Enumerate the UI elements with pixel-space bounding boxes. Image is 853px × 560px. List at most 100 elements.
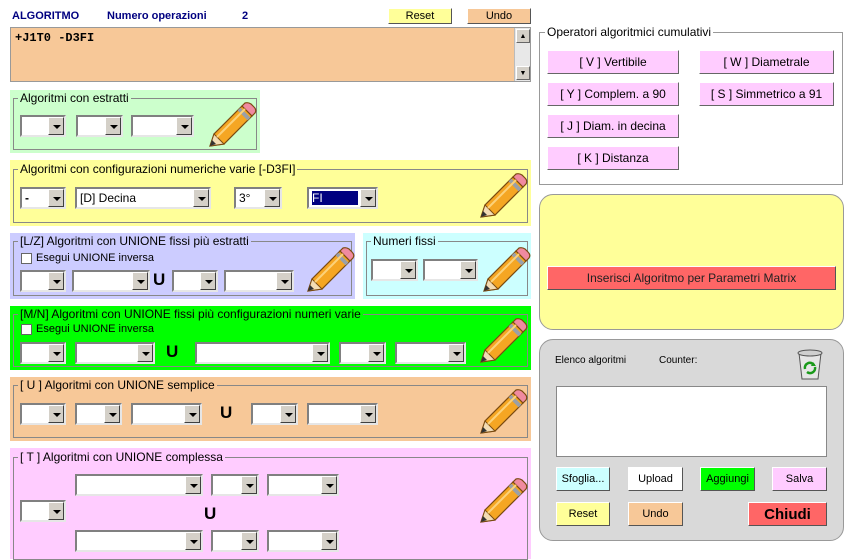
chevron-down-icon [264, 189, 280, 207]
mn-select-5[interactable] [395, 342, 466, 364]
mn-select-1[interactable] [20, 342, 66, 364]
scroll-up-icon[interactable]: ▲ [516, 29, 530, 43]
numeri-fissi-select-1[interactable] [371, 259, 418, 281]
chevron-down-icon [132, 272, 148, 290]
pencil-icon[interactable] [473, 318, 529, 368]
u-semplice-panel: [ U ] Algoritmi con UNIONE semplice U [10, 377, 531, 441]
list-reset-button[interactable]: Reset [556, 502, 610, 526]
u-semplice-select-1[interactable] [20, 403, 66, 425]
scroll-down-icon[interactable]: ▼ [516, 66, 530, 80]
numeri-fissi-legend: Numeri fissi [371, 234, 438, 248]
chevron-down-icon [448, 344, 464, 362]
operator-distanza-button[interactable]: [ K ] Distanza [547, 146, 679, 170]
config-type-select[interactable]: [D] Decina [75, 187, 211, 209]
header-title: ALGORITMO [12, 10, 80, 22]
config-panel: Algoritmi con configurazioni numeriche v… [10, 160, 531, 226]
upload-button[interactable]: Upload [628, 467, 683, 491]
estratti-select-1[interactable] [20, 115, 66, 137]
u-semplice-union-symbol: U [220, 403, 233, 422]
pencil-icon[interactable] [476, 247, 532, 297]
matrix-panel [539, 194, 844, 330]
mn-union-symbol: U [166, 342, 179, 361]
list-undo-button[interactable]: Undo [628, 502, 683, 526]
t-complessa-select-3[interactable] [267, 474, 339, 496]
operator-diam-decina-button[interactable]: [ J ] Diam. in decina [547, 114, 679, 138]
config-legend: Algoritmi con configurazioni numeriche v… [18, 162, 298, 176]
numeri-fissi-panel: Numeri fissi [363, 233, 532, 299]
config-position-select[interactable]: 3° [234, 187, 282, 209]
mn-select-3[interactable] [195, 342, 330, 364]
operations-label: Numero operazioni [107, 10, 207, 22]
elenco-label: Elenco algoritmi [555, 355, 627, 366]
t-complessa-select-5[interactable] [211, 530, 259, 552]
t-complessa-select-2[interactable] [211, 474, 259, 496]
chevron-down-icon [185, 476, 201, 494]
chevron-down-icon [360, 405, 376, 423]
u-semplice-select-3[interactable] [131, 403, 202, 425]
sfoglia-button[interactable]: Sfoglia... [556, 467, 610, 491]
mn-select-2[interactable] [75, 342, 155, 364]
chevron-down-icon [368, 344, 384, 362]
pencil-icon[interactable] [202, 102, 258, 152]
recycle-bin-icon[interactable] [793, 345, 827, 381]
chevron-down-icon [176, 117, 192, 135]
lz-select-3[interactable] [172, 270, 218, 292]
config-sign-select[interactable]: - [20, 187, 66, 209]
lz-inverse-checkbox[interactable] [21, 253, 32, 264]
chevron-down-icon [241, 532, 257, 550]
chevron-down-icon [276, 272, 292, 290]
t-complessa-select-main[interactable] [20, 500, 66, 522]
lz-panel: [L/Z] Algoritmi con UNIONE fissi più est… [10, 233, 356, 299]
operator-complem-button[interactable]: [ Y ] Complem. a 90 [547, 82, 679, 106]
counter-label: Counter: [659, 355, 698, 366]
chevron-down-icon [48, 272, 64, 290]
config-option-select[interactable]: FI [307, 187, 378, 209]
lz-select-1[interactable] [20, 270, 66, 292]
pencil-icon[interactable] [473, 389, 529, 439]
header-undo-button[interactable]: Undo [467, 8, 531, 24]
operator-diametrale-button[interactable]: [ W ] Diametrale [699, 50, 834, 74]
textarea-scrollbar[interactable]: ▲ ▼ [514, 28, 530, 81]
lz-inverse-label: Esegui UNIONE inversa [36, 252, 154, 264]
mn-select-4[interactable] [339, 342, 386, 364]
t-complessa-union-symbol: U [204, 504, 217, 523]
pencil-icon[interactable] [300, 247, 356, 297]
chiudi-button[interactable]: Chiudi [748, 502, 827, 526]
chevron-down-icon [104, 405, 120, 423]
lz-select-4[interactable] [224, 270, 294, 292]
salva-button[interactable]: Salva [772, 467, 827, 491]
operator-vertibile-button[interactable]: [ V ] Vertibile [547, 50, 679, 74]
u-semplice-select-5[interactable] [307, 403, 378, 425]
aggiungi-button[interactable]: Aggiungi [700, 467, 755, 491]
u-semplice-select-4[interactable] [251, 403, 298, 425]
chevron-down-icon [241, 476, 257, 494]
estratti-select-2[interactable] [76, 115, 123, 137]
header-reset-button[interactable]: Reset [388, 8, 452, 24]
algorithm-textarea[interactable]: +J1T0 -D3FI ▲ ▼ [10, 27, 531, 82]
t-complessa-select-4[interactable] [75, 530, 203, 552]
lz-select-2[interactable] [72, 270, 150, 292]
lz-union-symbol: U [153, 270, 166, 289]
operator-simmetrico-button[interactable]: [ S ] Simmetrico a 91 [699, 82, 834, 106]
u-semplice-legend: [ U ] Algoritmi con UNIONE semplice [18, 378, 217, 392]
numeri-fissi-select-2[interactable] [423, 259, 478, 281]
estratti-panel: Algoritmi con estratti [10, 90, 260, 153]
t-complessa-select-1[interactable] [75, 474, 203, 496]
t-complessa-select-6[interactable] [267, 530, 339, 552]
chevron-down-icon [312, 344, 328, 362]
estratti-legend: Algoritmi con estratti [18, 91, 131, 105]
u-semplice-select-2[interactable] [75, 403, 122, 425]
chevron-down-icon [193, 189, 209, 207]
algorithms-list[interactable] [556, 386, 827, 457]
t-complessa-legend: [ T ] Algoritmi con UNIONE complessa [18, 450, 225, 464]
estratti-select-3[interactable] [131, 115, 194, 137]
matrix-insert-button[interactable]: Inserisci Algoritmo per Parametri Matrix [547, 266, 836, 290]
pencil-icon[interactable] [473, 478, 529, 528]
operations-count: 2 [242, 10, 249, 22]
pencil-icon[interactable] [473, 173, 529, 223]
chevron-down-icon [48, 189, 64, 207]
mn-inverse-label: Esegui UNIONE inversa [36, 323, 154, 335]
mn-inverse-checkbox[interactable] [21, 324, 32, 335]
header-bar [0, 0, 534, 28]
chevron-down-icon [185, 532, 201, 550]
